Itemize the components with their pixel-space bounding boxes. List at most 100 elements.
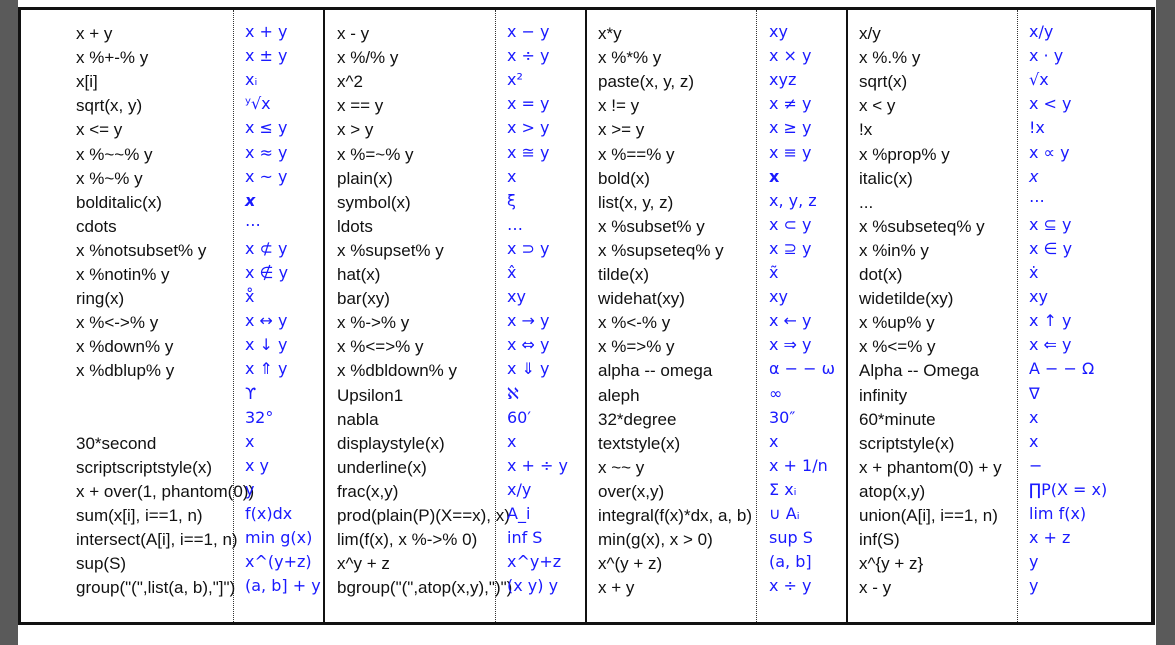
expression-cell: x^y + z xyxy=(337,554,390,574)
rendered-symbol: x ↑ y xyxy=(1029,311,1072,331)
expression-cell: x ~~ y xyxy=(598,457,645,477)
expression-cell: bolditalic(x) xyxy=(76,192,162,212)
expression-cell: x %subset% y xyxy=(598,216,705,236)
rendered-symbol: x xyxy=(245,190,256,210)
expression-cell: sqrt(x, y) xyxy=(76,96,143,116)
rendered-symbol: x/y xyxy=(507,479,532,499)
rendered-symbol: x xyxy=(1029,407,1039,427)
expression-cell: x %<-% y xyxy=(598,313,671,333)
expression-cell: x %down% y xyxy=(76,337,174,357)
rendered-symbol: x xyxy=(1029,431,1039,451)
expression-cell: !x xyxy=(859,120,873,140)
expression-cell: x[i] xyxy=(76,72,98,92)
rendered-symbol: ∇ xyxy=(1029,383,1040,403)
rendered-symbol: x ~ y xyxy=(245,166,288,186)
rendered-symbol: x ∉ y xyxy=(245,263,289,282)
expression-cell: tilde(x) xyxy=(598,265,650,284)
expression-cell: x %~% y xyxy=(76,168,143,188)
expression-cell: x^{y + z} xyxy=(859,554,924,574)
rendered-symbol: x + ÷ y xyxy=(507,455,569,475)
expression-cell: symbol(x) xyxy=(337,192,411,212)
rendered-symbol: A_i xyxy=(507,504,531,523)
expression-cell: sup(S) xyxy=(76,554,127,574)
rendered-symbol: x ⊆ y xyxy=(1029,214,1072,234)
expression-cell: 60*minute xyxy=(859,409,936,429)
rendered-symbol: x² xyxy=(507,70,523,90)
expression-cell: x + y xyxy=(76,24,113,43)
rendered-symbol: x y xyxy=(245,455,270,475)
expression-cell: x - y xyxy=(859,578,892,598)
expression-cell: atop(x,y) xyxy=(859,481,926,501)
column-divider xyxy=(585,10,587,622)
rendered-symbol: x xyxy=(507,431,517,451)
expression-cell: inf(S) xyxy=(859,530,900,550)
rendered-symbol: √x xyxy=(1029,70,1049,90)
expression-cell: x + phantom(0) + y xyxy=(859,457,1002,477)
rendered-symbol: x xyxy=(1029,166,1039,186)
rendered-symbol: x ⇓ y xyxy=(507,359,550,379)
expression-cell: 32*degree xyxy=(598,409,677,429)
column-divider xyxy=(323,10,325,622)
expression-cell: x %dblup% y xyxy=(76,361,175,381)
expression-cell: x + y xyxy=(598,578,635,598)
expression-cell: x %supseteq% y xyxy=(598,240,724,260)
expression-cell: x %==% y xyxy=(598,144,675,164)
expression-cell: textstyle(x) xyxy=(598,433,681,453)
rendered-symbol: x ⊃ y xyxy=(507,238,550,258)
expression-cell: bold(x) xyxy=(598,168,650,188)
rendered-symbol: Σ xᵢ xyxy=(769,479,797,499)
expression-cell: hat(x) xyxy=(337,265,381,284)
expression-cell: x %=~% y xyxy=(337,144,414,164)
rendered-symbol: x/y xyxy=(1029,22,1054,41)
expression-cell: aleph xyxy=(598,385,640,405)
expression-cell: x %notin% y xyxy=(76,265,170,284)
expression-cell: x %.% y xyxy=(859,48,921,68)
rendered-symbol: x ⊄ y xyxy=(245,238,288,258)
rendered-symbol: x ↓ y xyxy=(245,335,288,355)
expression-cell: x %+-% y xyxy=(76,48,149,68)
rendered-symbol: x ∈ y xyxy=(1029,238,1073,258)
expression-cell: italic(x) xyxy=(859,168,913,188)
rendered-symbol: min g(x) xyxy=(245,528,313,548)
expression-cell: over(x,y) xyxy=(598,481,665,501)
rendered-symbol: x < y xyxy=(1029,94,1072,114)
rendered-symbol: x → y xyxy=(507,311,550,331)
rendered-symbol: y xyxy=(245,479,255,499)
expression-cell: x %<=% y xyxy=(859,337,936,357)
expression-cell: x + over(1, phantom(0)) xyxy=(76,481,255,501)
expression-cell: x %<=>% y xyxy=(337,337,424,357)
expression-cell: x %*% y xyxy=(598,48,662,68)
expression-cell: x < y xyxy=(859,96,896,116)
rendered-symbol: ϒ xyxy=(245,383,257,403)
rendered-symbol: (x y) y xyxy=(507,576,559,596)
expression-cell: ... xyxy=(859,192,874,212)
rendered-symbol: (a, b] + y xyxy=(245,576,321,596)
rendered-symbol: x ≠ y xyxy=(769,94,812,114)
expression-cell: scriptscriptstyle(x) xyxy=(76,457,213,477)
expression-cell: list(x, y, z) xyxy=(598,192,674,212)
expression-cell: lim(f(x), x %->% 0) xyxy=(337,530,478,550)
rendered-symbol: 60′ xyxy=(507,407,531,427)
rendered-symbol: inf S xyxy=(507,528,543,548)
rendered-symbol: x̊ xyxy=(245,287,255,307)
expression-cell: x != y xyxy=(598,96,640,116)
rendered-symbol: lim f(x) xyxy=(1029,504,1087,523)
rendered-symbol: xᵢ xyxy=(245,70,258,90)
rendered-symbol: x = y xyxy=(507,94,550,114)
expression-cell: x > y xyxy=(337,120,374,140)
rendered-symbol: ẋ xyxy=(1029,263,1039,282)
expression-cell: paste(x, y, z) xyxy=(598,72,695,92)
rendered-symbol: x ← y xyxy=(769,311,812,331)
rendered-symbol: x xyxy=(769,431,779,451)
document-page: x + y x %+-% y x[i] sqrt(x, y) x <= y x %~~% … xyxy=(18,0,1156,645)
rendered-symbol: x × y xyxy=(769,46,812,66)
expression-cell: displaystyle(x) xyxy=(337,433,445,453)
rendered-symbol: ∪ Aᵢ xyxy=(769,504,800,523)
rendered-symbol: x ≡ y xyxy=(769,142,812,162)
dotted-divider xyxy=(1017,10,1018,622)
rendered-symbol: y xyxy=(1029,576,1039,596)
rendered-symbol: x ≤ y xyxy=(245,118,288,138)
expression-cell: underline(x) xyxy=(337,457,427,477)
rendered-symbol: x ⇒ y xyxy=(769,335,812,355)
expression-cell: x %->% y xyxy=(337,313,410,333)
